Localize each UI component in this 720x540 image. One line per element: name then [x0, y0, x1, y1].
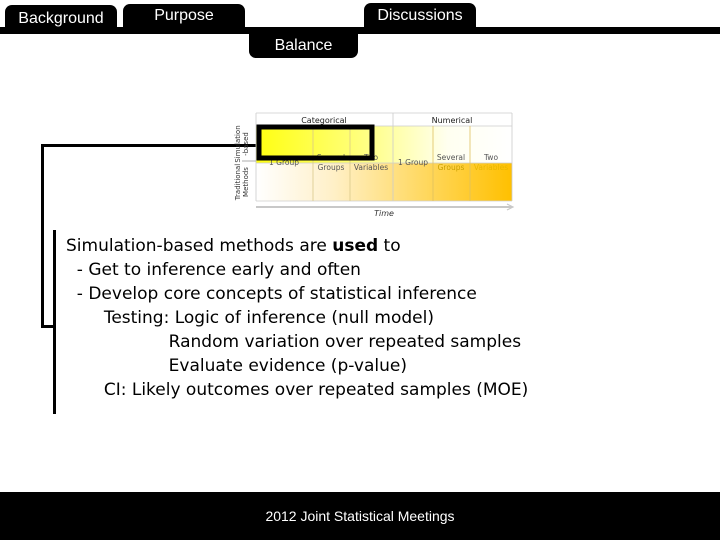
tab-purpose-label: Purpose [154, 7, 214, 24]
tab-discussions-label: Discussions [377, 7, 463, 24]
cell-label-num-groups: Groups [438, 163, 465, 172]
row-label-traditional: Traditional [234, 164, 242, 202]
content-line: Random variation over repeated samples [66, 332, 522, 352]
content-line: Evaluate evidence (p-value) [66, 356, 407, 376]
cell-label-cat-groups: Groups [318, 163, 345, 172]
cell-label-cat-variables: Variables [354, 163, 388, 172]
tab-balance-label: Balance [274, 37, 333, 54]
intro-suffix: to [378, 236, 401, 256]
content-vertical-line [53, 230, 56, 414]
cell-label-num-two: Two [483, 153, 498, 162]
row-label-simulation-2: -based [242, 132, 250, 156]
content-line: - Develop core concepts of statistical i… [66, 284, 477, 304]
tab-purpose[interactable]: Purpose [123, 4, 245, 34]
bracket-top-line [41, 144, 259, 147]
intro-line: Simulation-based methods are used to [66, 234, 528, 258]
bracket-left-line [41, 144, 44, 328]
cell-label-num-variables: Variables [474, 163, 508, 172]
time-axis-label: Time [374, 209, 394, 218]
row-label-simulation: Simulation [234, 125, 242, 162]
tab-balance[interactable]: Balance [249, 28, 358, 58]
tab-background-label: Background [18, 10, 104, 27]
tab-background[interactable]: Background [5, 5, 117, 34]
methods-timeline-figure: Categorical Numerical Simulation -based … [234, 112, 515, 218]
row-label-methods: Methods [242, 167, 250, 197]
cell-label-num-1group: 1 Group [398, 158, 428, 167]
content-text: Simulation-based methods are used to - G… [66, 234, 528, 402]
content-line: Testing: Logic of inference (null model) [66, 308, 434, 328]
group-header-numerical: Numerical [432, 116, 473, 125]
content-line: CI: Likely outcomes over repeated sample… [66, 380, 529, 400]
footer: 2012 Joint Statistical Meetings [0, 492, 720, 540]
footer-text: 2012 Joint Statistical Meetings [265, 508, 455, 524]
content-line: - Get to inference early and often [66, 260, 361, 280]
tab-discussions[interactable]: Discussions [364, 3, 476, 34]
intro-prefix: Simulation-based methods are [66, 236, 333, 256]
intro-bold: used [332, 236, 379, 256]
group-header-categorical: Categorical [301, 116, 347, 125]
cell-label-num-several: Several [437, 153, 465, 162]
